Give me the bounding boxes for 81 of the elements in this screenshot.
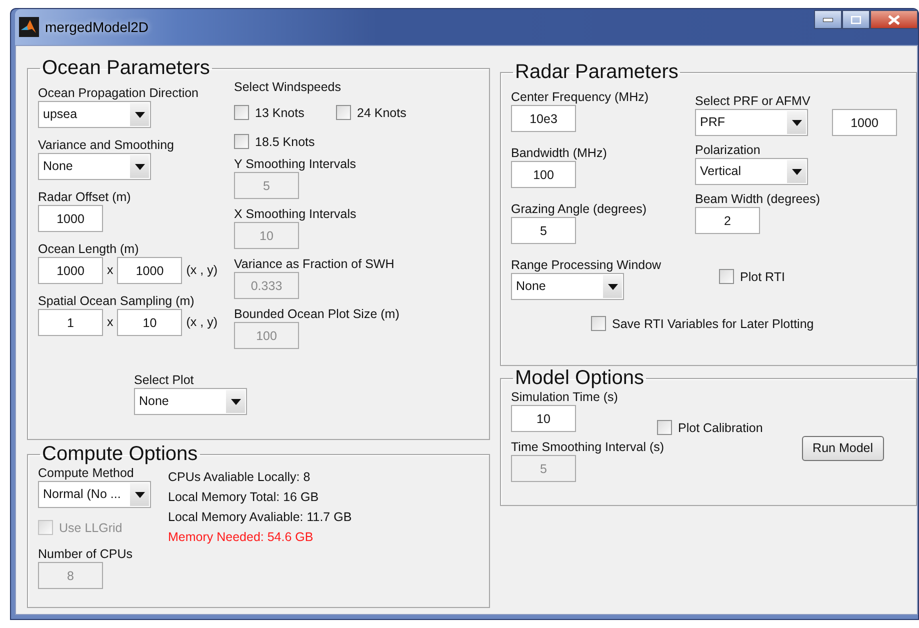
checkbox-label: 24 Knots (357, 106, 406, 120)
caret-icon (787, 160, 806, 183)
minimize-button[interactable] (814, 10, 842, 29)
input-field[interactable]: 1 (38, 309, 103, 336)
field-label: Simulation Time (s) (511, 390, 618, 404)
input-field[interactable]: 10e3 (511, 105, 576, 132)
close-button[interactable] (870, 10, 918, 29)
checkbox[interactable] (234, 134, 249, 149)
field-label: Select Windspeeds (234, 80, 342, 94)
caret-icon (130, 155, 149, 178)
input-field[interactable]: 1000 (38, 205, 103, 232)
input-field[interactable]: 2 (695, 207, 760, 234)
checkbox[interactable] (657, 420, 672, 435)
dropdown[interactable]: PRF (695, 109, 808, 136)
dropdown[interactable]: None (134, 388, 247, 415)
warning-text: Memory Needed: 54.6 GB (168, 529, 314, 546)
caret-icon (130, 483, 149, 506)
field-label: Bounded Ocean Plot Size (m) (234, 307, 400, 321)
input-field[interactable]: 1000 (832, 109, 897, 136)
checkbox-label: Use LLGrid (59, 520, 122, 534)
checkbox[interactable] (234, 105, 249, 120)
separator-label: x (107, 262, 114, 280)
input-field[interactable]: 5 (511, 217, 576, 244)
field-label: Time Smoothing Interval (s) (511, 440, 664, 454)
field-label: Grazing Angle (degrees) (511, 202, 646, 216)
panel-title: Radar Parameters (514, 60, 680, 84)
caret-icon (130, 103, 149, 126)
panel-title: Model Options (514, 366, 645, 390)
minimize-icon (823, 18, 833, 22)
field-label: Bandwidth (MHz) (511, 146, 607, 160)
field-label: Range Processing Window (511, 258, 662, 272)
run-button[interactable]: Run Model (802, 436, 884, 461)
caret-icon (603, 275, 622, 298)
unit-label: (x , y) (186, 262, 218, 280)
checkbox[interactable] (591, 316, 606, 331)
caret-icon (787, 111, 806, 134)
input-field[interactable]: 100 (511, 161, 576, 188)
field-label: Ocean Propagation Direction (38, 86, 199, 100)
dropdown[interactable]: Vertical (695, 158, 808, 185)
checkbox-label: Plot Calibration (678, 420, 763, 434)
dropdown[interactable]: None (511, 273, 624, 300)
unit-label: (x , y) (186, 314, 218, 332)
input-field[interactable]: 10 (117, 309, 182, 336)
field-label: Variance and Smoothing (38, 138, 174, 152)
separator-label: x (107, 314, 114, 332)
panel-title: Ocean Parameters (41, 56, 211, 80)
field-label: Number of CPUs (38, 547, 132, 561)
field-label: Ocean Length (m) (38, 242, 139, 256)
checkbox-label: Plot RTI (740, 270, 785, 284)
panel-title: Compute Options (41, 442, 199, 466)
field-label: Radar Offset (m) (38, 190, 131, 204)
input-field[interactable]: 10 (511, 405, 576, 432)
field-label: Spatial Ocean Sampling (m) (38, 294, 194, 308)
close-icon (888, 14, 900, 24)
field-label: Compute Method (38, 466, 134, 480)
caret-icon (226, 390, 245, 413)
info-text: Local Memory Avaliable: 11.7 GB (168, 509, 352, 526)
input-field[interactable]: 1000 (38, 257, 103, 284)
dropdown[interactable]: upsea (38, 101, 151, 128)
info-text: Local Memory Total: 16 GB (168, 489, 320, 506)
field-label: Select PRF or AFMV (695, 94, 810, 108)
checkbox-label: 13 Knots (255, 106, 304, 120)
dropdown[interactable]: None (38, 153, 151, 180)
maximize-icon (851, 16, 861, 24)
checkbox[interactable] (336, 105, 351, 120)
window-title: mergedModel2D (45, 18, 148, 37)
app-icon (19, 17, 39, 37)
field-label: Variance as Fraction of SWH (234, 257, 394, 271)
field-label: Beam Width (degrees) (695, 192, 820, 206)
field-label: Y Smoothing Intervals (234, 157, 356, 171)
dropdown[interactable]: Normal (No ... (38, 481, 151, 508)
checkbox-label: Save RTI Variables for Later Plotting (612, 316, 814, 330)
checkbox[interactable] (719, 269, 734, 284)
field-label: Center Frequency (MHz) (511, 90, 649, 104)
field-label: Polarization (695, 143, 760, 157)
info-text: CPUs Avaliable Locally: 8 (168, 469, 312, 486)
field-label: X Smoothing Intervals (234, 207, 356, 221)
maximize-button[interactable] (842, 10, 870, 29)
field-label: Select Plot (134, 373, 194, 387)
checkbox-label: 18.5 Knots (255, 134, 315, 148)
input-field[interactable]: 1000 (117, 257, 182, 284)
